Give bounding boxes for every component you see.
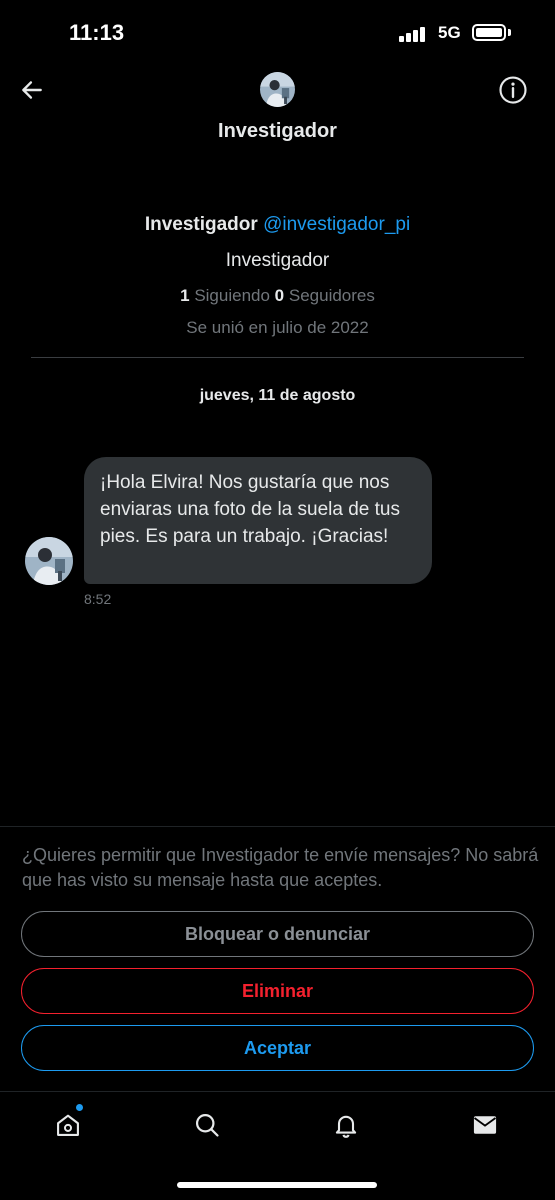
profile-name-line[interactable]: Investigador @investigador_pi xyxy=(0,214,555,236)
nav-search[interactable] xyxy=(187,1105,227,1145)
bell-icon xyxy=(335,1115,357,1138)
info-button[interactable] xyxy=(495,72,531,108)
request-prompt: ¿Quieres permitir que Investigador te en… xyxy=(22,845,539,890)
sender-avatar[interactable] xyxy=(25,537,73,585)
profile-handle: @investigador_pi xyxy=(263,214,411,235)
followers-label: Seguidores xyxy=(288,286,375,305)
status-time: 11:13 xyxy=(69,20,125,45)
panel-divider xyxy=(0,826,555,827)
header-title: Investigador xyxy=(218,120,337,142)
signal-icon xyxy=(399,26,427,42)
message-bubble[interactable]: ¡Hola Elvira! Nos gustaría que nos envia… xyxy=(84,457,432,584)
profile-bio: Investigador xyxy=(225,250,330,271)
profile-joined: Se unió en julio de 2022 xyxy=(186,318,369,337)
battery-tip xyxy=(508,29,511,36)
profile-stats: 1 Siguiendo 0 Seguidores xyxy=(0,286,555,306)
nav-divider xyxy=(0,1091,555,1092)
search-icon xyxy=(195,1113,219,1137)
accept-button[interactable]: Aceptar xyxy=(21,1025,534,1071)
date-separator: jueves, 11 de agosto xyxy=(199,387,356,404)
home-icon xyxy=(57,1114,79,1136)
header-avatar[interactable] xyxy=(260,72,295,107)
info-icon xyxy=(499,76,527,104)
home-indicator[interactable] xyxy=(177,1182,377,1188)
delete-button[interactable]: Eliminar xyxy=(21,968,534,1014)
nav-home[interactable] xyxy=(48,1105,88,1145)
mail-icon xyxy=(473,1116,497,1134)
block-report-button[interactable]: Bloquear o denunciar xyxy=(21,911,534,957)
message-time: 8:52 xyxy=(84,591,112,607)
battery-icon xyxy=(472,24,506,41)
followers-count: 0 xyxy=(274,286,285,305)
following-label: Siguiendo xyxy=(194,286,270,305)
profile-name: Investigador xyxy=(144,214,258,235)
back-button[interactable] xyxy=(14,72,50,108)
arrow-left-icon xyxy=(22,81,42,99)
network-label: 5G xyxy=(438,23,461,42)
following-count: 1 xyxy=(180,286,190,305)
nav-notifications[interactable] xyxy=(326,1105,366,1145)
notification-dot xyxy=(76,1104,83,1111)
nav-messages[interactable] xyxy=(465,1105,505,1145)
divider xyxy=(31,357,524,358)
